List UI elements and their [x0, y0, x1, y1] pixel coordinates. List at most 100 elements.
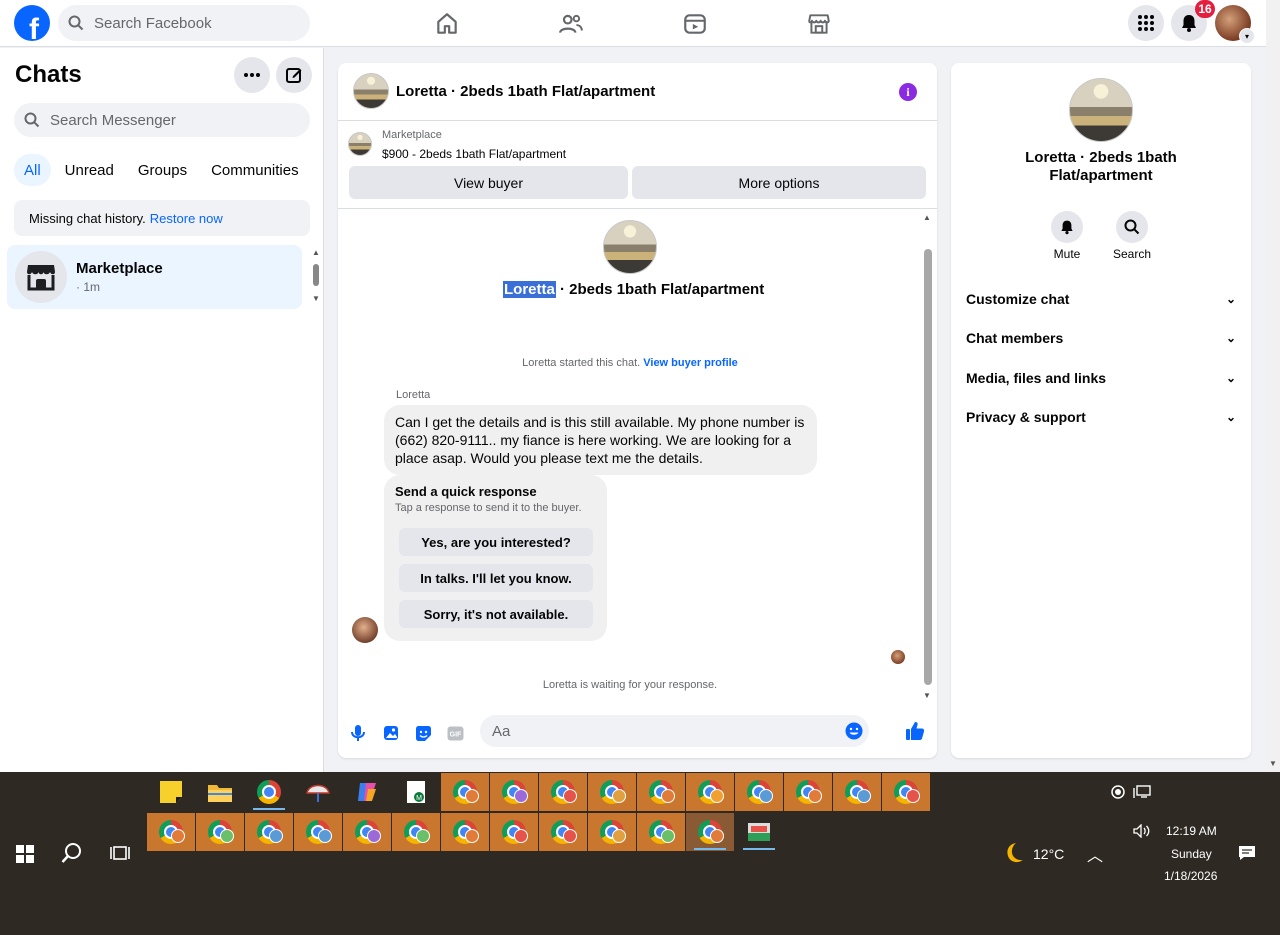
chat-list-scrollbar[interactable]: ▲ ▼ [310, 248, 322, 308]
taskbar-chrome-profile-22-active[interactable] [686, 813, 734, 851]
facebook-logo[interactable]: f [14, 5, 50, 41]
voice-clip-button[interactable] [348, 723, 368, 743]
scroll-thumb[interactable] [924, 249, 932, 685]
search-in-conversation-button[interactable] [1116, 211, 1148, 243]
taskbar-app-umbrella[interactable] [294, 773, 342, 811]
conversation-scrollbar[interactable]: ▲ ▼ [922, 213, 934, 700]
facebook-search-input[interactable] [92, 13, 286, 33]
filter-unread[interactable]: Unread [55, 154, 124, 186]
message-input-box[interactable] [480, 715, 869, 747]
profile-avatar[interactable]: ▾ [1215, 5, 1255, 44]
scroll-down-arrow-icon[interactable]: ▼ [312, 294, 320, 303]
taskbar-copilot[interactable] [343, 773, 391, 811]
nav-home[interactable] [422, 0, 546, 47]
taskbar-chrome-profile-2[interactable] [490, 773, 538, 811]
sticker-button[interactable] [413, 723, 433, 743]
weather-temperature[interactable]: 12°C [1033, 846, 1064, 862]
record-icon[interactable] [1111, 785, 1125, 799]
menu-button[interactable] [1128, 5, 1164, 41]
taskbar-chrome-profile-16[interactable] [392, 813, 440, 851]
taskbar-chrome-profile-4[interactable] [588, 773, 636, 811]
conversation-info-icon[interactable]: i [899, 83, 917, 101]
taskbar-chrome-profile-5[interactable] [637, 773, 685, 811]
facebook-search[interactable] [58, 5, 310, 41]
listing-summary[interactable]: $900 - 2beds 1bath Flat/apartment [382, 147, 566, 161]
chat-options-button[interactable] [234, 57, 270, 93]
like-button[interactable] [905, 721, 925, 741]
message-bubble[interactable]: Can I get the details and is this still … [384, 405, 817, 475]
attach-photo-button[interactable] [381, 723, 401, 743]
restore-now-link[interactable]: Restore now [150, 211, 223, 226]
details-avatar[interactable] [1069, 78, 1133, 142]
scroll-up-arrow-icon[interactable]: ▲ [923, 213, 931, 222]
scroll-down-arrow-icon[interactable]: ▼ [1269, 759, 1277, 768]
new-message-button[interactable] [276, 57, 312, 93]
taskbar-file-explorer[interactable] [196, 773, 244, 811]
search-icon[interactable] [61, 842, 83, 864]
friends-icon [559, 14, 583, 33]
quick-response-yes[interactable]: Yes, are you interested? [399, 528, 593, 556]
taskbar-chrome-profile-11[interactable] [147, 813, 195, 851]
scroll-thumb[interactable] [313, 264, 319, 286]
taskbar-sticky-notes[interactable] [147, 773, 195, 811]
chat-members-section[interactable]: Chat members ⌄ [966, 327, 1236, 349]
messenger-search[interactable] [14, 103, 310, 137]
listing-avatar[interactable] [353, 73, 389, 109]
scroll-down-arrow-icon[interactable]: ▼ [923, 691, 931, 700]
more-options-button[interactable]: More options [632, 166, 926, 199]
chat-list-item-marketplace[interactable]: Marketplace · 1m [7, 245, 302, 309]
taskbar-chrome-profile-6[interactable] [686, 773, 734, 811]
taskbar-chrome-profile-8[interactable] [784, 773, 832, 811]
privacy-support-section[interactable]: Privacy & support ⌄ [966, 406, 1236, 428]
clock-date[interactable]: 1/18/2026 [1164, 869, 1217, 883]
taskbar-chrome-profile-7[interactable] [735, 773, 783, 811]
taskbar-chrome-profile-19[interactable] [539, 813, 587, 851]
nav-friends[interactable] [546, 0, 670, 47]
taskbar-chrome-profile-10[interactable] [882, 773, 930, 811]
speaker-icon[interactable] [1133, 824, 1151, 838]
taskbar-chrome-profile-21[interactable] [637, 813, 685, 851]
task-view-icon[interactable] [110, 844, 130, 862]
page-scrollbar[interactable]: ▼ [1266, 0, 1280, 772]
message-input[interactable] [490, 721, 834, 741]
listing-thumbnail[interactable] [348, 132, 372, 156]
view-buyer-profile-link[interactable]: View buyer profile [643, 357, 738, 369]
sender-avatar[interactable] [352, 617, 378, 643]
chevron-up-icon[interactable]: ︿ [1087, 842, 1103, 866]
gif-button[interactable]: GIF [445, 723, 465, 743]
taskbar-chrome-profile-18[interactable] [490, 813, 538, 851]
taskbar-chrome-profile-9[interactable] [833, 773, 881, 811]
filter-all[interactable]: All [14, 154, 51, 186]
quick-response-in-talks[interactable]: In talks. I'll let you know. [399, 564, 593, 592]
taskbar-chrome-profile-1[interactable] [441, 773, 489, 811]
taskbar-chrome-profile-17[interactable] [441, 813, 489, 851]
taskbar-app-image[interactable] [735, 813, 783, 851]
taskbar-chrome-profile-14[interactable] [294, 813, 342, 851]
nav-video[interactable] [670, 0, 794, 47]
nav-marketplace[interactable] [794, 0, 918, 47]
taskbar-chrome-profile-3[interactable] [539, 773, 587, 811]
messenger-search-input[interactable] [48, 110, 242, 130]
taskbar-app-document[interactable]: M [392, 773, 440, 811]
mute-button[interactable] [1051, 211, 1083, 243]
scroll-up-arrow-icon[interactable]: ▲ [312, 248, 320, 257]
filter-communities[interactable]: Communities [201, 154, 309, 186]
clock-time[interactable]: 12:19 AM [1166, 824, 1217, 838]
quick-response-not-available[interactable]: Sorry, it's not available. [399, 600, 593, 628]
view-buyer-button[interactable]: View buyer [349, 166, 628, 199]
clock-day[interactable]: Sunday [1171, 847, 1212, 861]
taskbar-chrome-profile-13[interactable] [245, 813, 293, 851]
customize-chat-section[interactable]: Customize chat ⌄ [966, 288, 1236, 310]
windows-start-button[interactable] [16, 845, 34, 863]
display-icon[interactable] [1133, 785, 1151, 799]
emoji-icon[interactable] [845, 722, 863, 740]
moon-weather-icon[interactable] [1001, 841, 1025, 865]
taskbar-chrome-profile-12[interactable] [196, 813, 244, 851]
conversation-title[interactable]: Loretta · 2beds 1bath Flat/apartment [396, 83, 655, 100]
taskbar-chrome[interactable] [245, 773, 293, 811]
filter-groups[interactable]: Groups [128, 154, 197, 186]
media-files-links-section[interactable]: Media, files and links ⌄ [966, 367, 1236, 389]
notification-center-icon[interactable] [1238, 845, 1256, 861]
taskbar-chrome-profile-15[interactable] [343, 813, 391, 851]
taskbar-chrome-profile-20[interactable] [588, 813, 636, 851]
